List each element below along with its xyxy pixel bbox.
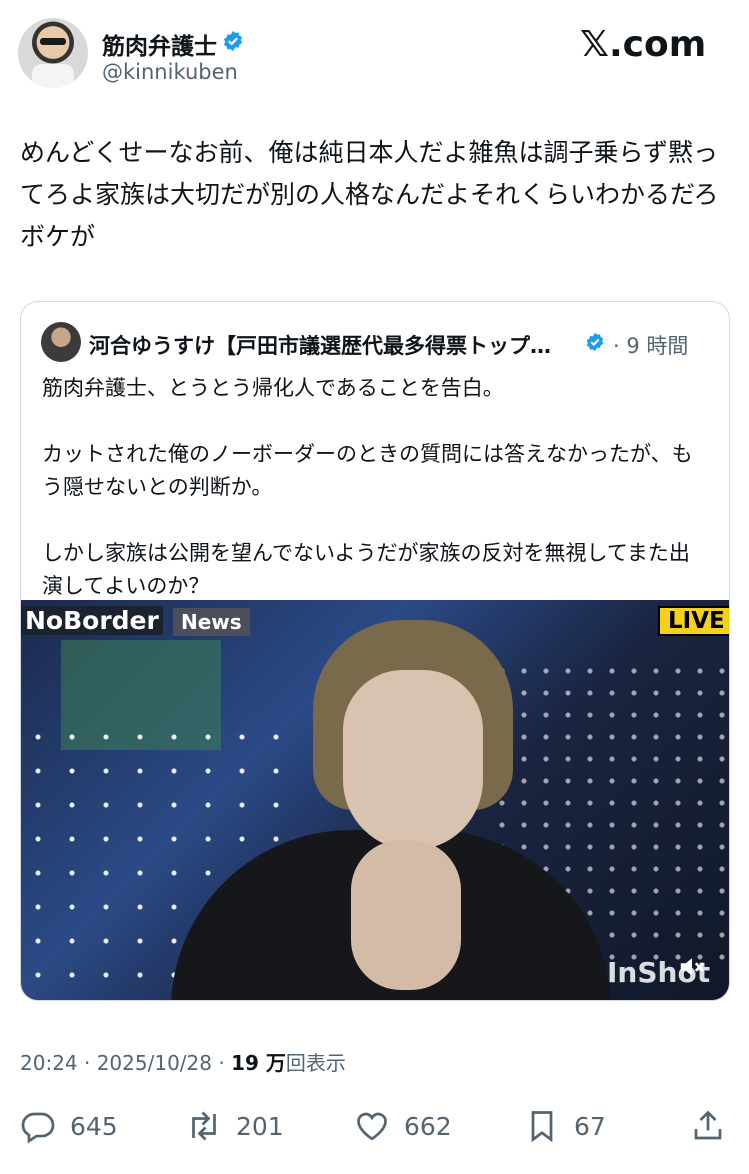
- bookmark-button[interactable]: 67: [524, 1106, 606, 1146]
- repost-button[interactable]: 201: [186, 1106, 284, 1146]
- person-face: [343, 670, 483, 850]
- like-count: 662: [404, 1111, 452, 1141]
- like-button[interactable]: 662: [354, 1106, 452, 1146]
- news-tag: News: [173, 608, 250, 636]
- share-icon: [694, 1110, 722, 1140]
- reply-button[interactable]: 645: [20, 1106, 118, 1146]
- reply-icon: [21, 1112, 55, 1144]
- quote-author-name[interactable]: 河合ゆうすけ【戸田市議選歴代最多得票トップ…: [89, 330, 551, 360]
- repost-icon: [192, 1111, 216, 1141]
- display-name[interactable]: 筋肉弁護士: [102, 27, 217, 61]
- share-button[interactable]: [690, 1106, 726, 1146]
- quote-avatar[interactable]: [41, 322, 81, 362]
- views-label: 回表示: [285, 1051, 346, 1075]
- tweet-text: めんどくせーなお前、俺は純日本人だよ雑魚は調子乗らず黙ってろよ家族は大切だが別の…: [20, 138, 719, 251]
- timestamp[interactable]: 20:24 · 2025/10/28 ·: [20, 1051, 231, 1075]
- bookmark-count: 67: [574, 1111, 606, 1141]
- person-hand: [351, 840, 461, 990]
- repost-count: 201: [236, 1111, 284, 1141]
- avatar[interactable]: [18, 18, 88, 88]
- quote-verified-badge-icon: [586, 332, 604, 352]
- noborder-logo: NoBorder: [21, 606, 163, 635]
- reply-count: 645: [70, 1111, 118, 1141]
- video-player[interactable]: NoBorder News LIVE InShot: [21, 600, 729, 1000]
- x-logo: 𝕏.com: [580, 24, 707, 65]
- tweet-meta: 20:24 · 2025/10/28 · 19 万回表示: [20, 1047, 346, 1076]
- live-badge: LIVE: [658, 606, 729, 636]
- view-count: 19 万: [231, 1051, 286, 1075]
- bookmark-icon: [531, 1111, 553, 1143]
- avatar-sunglasses: [40, 38, 66, 45]
- quote-timestamp[interactable]: · 9 時間: [613, 330, 688, 360]
- verified-badge-icon: [223, 30, 243, 52]
- heart-icon: [357, 1112, 387, 1141]
- quote-text: 筋肉弁護士、とうとう帰化人であることを告白。 カットされた俺のノーボーダーのとき…: [42, 376, 693, 598]
- avatar-shirt: [32, 64, 74, 88]
- handle[interactable]: @kinnikuben: [102, 60, 238, 84]
- mute-icon[interactable]: [677, 952, 707, 982]
- quote-tweet-card[interactable]: 河合ゆうすけ【戸田市議選歴代最多得票トップ… · 9 時間 筋肉弁護士、とうとう…: [20, 301, 730, 1001]
